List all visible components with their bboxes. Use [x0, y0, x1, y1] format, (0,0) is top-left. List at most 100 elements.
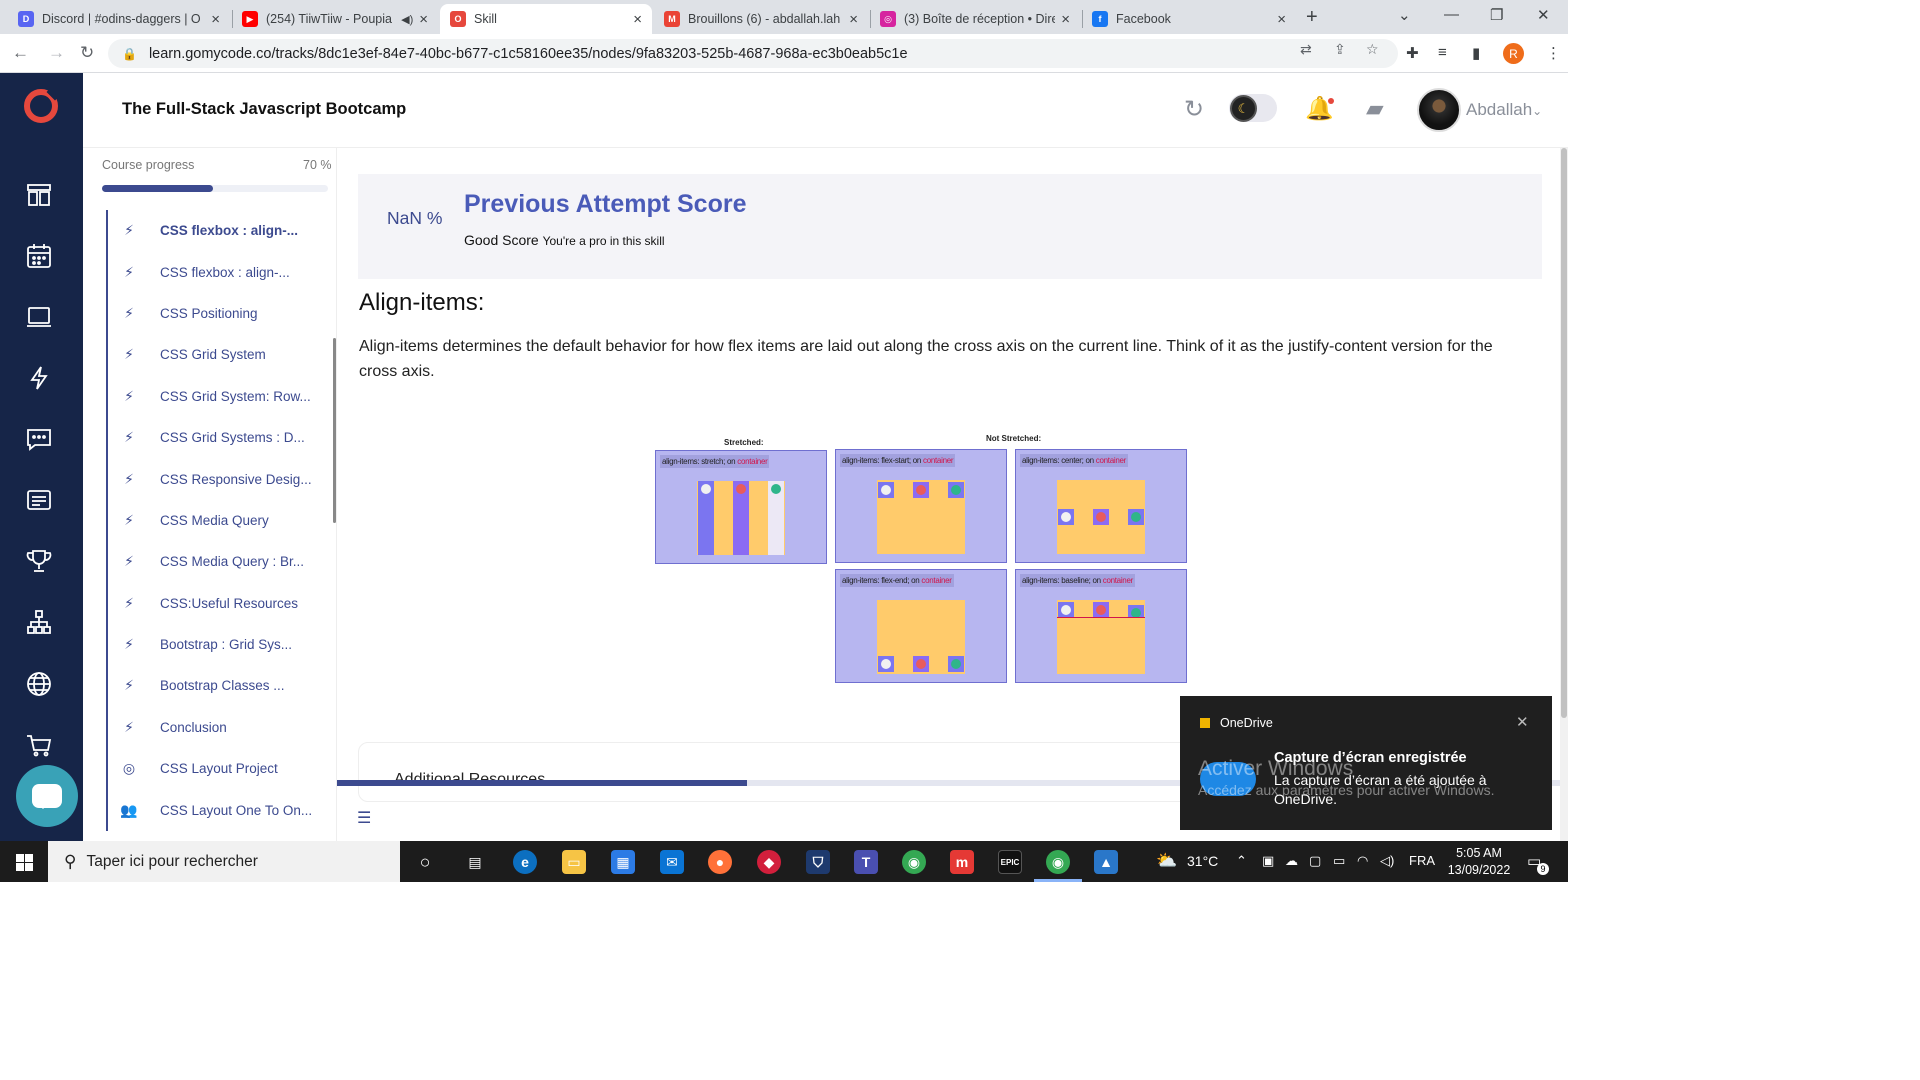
lock-icon[interactable]: 🔒	[122, 47, 137, 61]
sidebar-lesson-item[interactable]: ⚡ CSS Media Query	[108, 500, 326, 541]
bookmark-star-icon[interactable]: ☆	[1366, 41, 1379, 58]
tray-display-icon[interactable]: ▢	[1309, 853, 1321, 869]
firefox-icon[interactable]: ●	[708, 850, 732, 874]
back-icon[interactable]: ←	[12, 43, 29, 63]
photos-icon[interactable]: ▲	[1094, 850, 1118, 874]
translate-icon[interactable]: ⇄	[1300, 41, 1312, 58]
edge-icon[interactable]: e	[513, 850, 537, 874]
sidebar-lesson-item[interactable]: ⚡ CSS Grid Systems : D...	[108, 417, 326, 458]
windows-start-icon[interactable]	[16, 854, 33, 871]
browser-tab[interactable]: D Discord | #odins-daggers | O ×	[8, 4, 230, 34]
sidebar-lesson-item[interactable]: ⚡ CSS:Useful Resources	[108, 583, 326, 624]
tab-close-icon[interactable]: ×	[1061, 11, 1070, 28]
support-chat-button[interactable]	[16, 765, 78, 827]
browser-tab[interactable]: ▶ (254) TiiwTiiw - Poupia ◀) ×	[232, 4, 438, 34]
media-control-icon[interactable]: ≡	[1438, 44, 1447, 61]
sidebar-lesson-item[interactable]: ⚡ Bootstrap : Grid Sys...	[108, 624, 326, 665]
sidebar-lesson-item[interactable]: ⚡ CSS flexbox : align-...	[108, 210, 326, 251]
tab-close-icon[interactable]: ×	[1277, 11, 1286, 28]
calendar-icon[interactable]	[24, 241, 54, 271]
extensions-icon[interactable]: ✚	[1406, 44, 1419, 62]
close-window-icon[interactable]: ✕	[1537, 6, 1550, 24]
sidebar-lesson-item[interactable]: ⚡ CSS Grid System	[108, 334, 326, 375]
dashboard-icon[interactable]	[24, 180, 54, 210]
sidebar-lesson-item[interactable]: ⚡ CSS Grid System: Row...	[108, 376, 326, 417]
tray-device-icon[interactable]: ▣	[1262, 853, 1274, 869]
sidebar-lesson-item[interactable]: ◎ CSS Layout Project	[108, 748, 326, 789]
address-bar[interactable]: 🔒 learn.gomycode.co/tracks/8dc1e3ef-84e7…	[108, 39, 1398, 68]
refresh-icon[interactable]: ↻	[1184, 95, 1204, 124]
menu-kebab-icon[interactable]: ⋮	[1546, 44, 1561, 62]
username-dropdown[interactable]: Abdallah⌄	[1466, 100, 1542, 120]
task-view-icon[interactable]: ○	[413, 850, 437, 874]
profile-avatar[interactable]: R	[1503, 43, 1524, 64]
page-scrollbar[interactable]	[1560, 148, 1568, 841]
tab-close-icon[interactable]: ×	[633, 11, 642, 28]
new-tab-button[interactable]: +	[1306, 6, 1318, 29]
tab-close-icon[interactable]: ×	[211, 11, 220, 28]
chat-icon[interactable]: ▰	[1366, 95, 1384, 122]
sidebar-lesson-item[interactable]: ⚡ CSS Positioning	[108, 293, 326, 334]
teams-icon[interactable]: T	[854, 850, 878, 874]
cart-icon[interactable]	[24, 730, 54, 760]
wifi-icon[interactable]: ◠	[1357, 853, 1368, 869]
browser-tab[interactable]: ◎ (3) Boîte de réception • Dire ×	[870, 4, 1080, 34]
sidebar-lesson-item[interactable]: ⚡ CSS Media Query : Br...	[108, 541, 326, 582]
browser-tab[interactable]: M Brouillons (6) - abdallah.lah ×	[654, 4, 868, 34]
not-stretched-label: Not Stretched:	[986, 434, 1042, 443]
app-m-icon[interactable]: m	[950, 850, 974, 874]
sidebar-lesson-item[interactable]: ⚡ CSS Responsive Desig...	[108, 458, 326, 499]
sidebar-lesson-item[interactable]: ⚡ CSS flexbox : align-...	[108, 251, 326, 292]
onedrive-tray-icon[interactable]: ☁	[1285, 853, 1298, 869]
app-red-icon[interactable]: ◆	[757, 850, 781, 874]
sidebar-lesson-item[interactable]: ⚡ Conclusion	[108, 707, 326, 748]
weather-icon[interactable]: ⛅	[1156, 851, 1177, 871]
browser-tab[interactable]: O Skill ×	[440, 4, 652, 34]
lightning-icon[interactable]	[24, 363, 54, 393]
outline-list-icon[interactable]: ☰	[357, 808, 371, 828]
messages-icon[interactable]	[24, 424, 54, 454]
tab-close-icon[interactable]: ×	[419, 11, 428, 28]
chrome-icon[interactable]: ◉	[902, 850, 926, 874]
side-panel-icon[interactable]: ▮	[1472, 44, 1480, 62]
toast-close-icon[interactable]: ✕	[1516, 713, 1529, 731]
battery-icon[interactable]: ▭	[1333, 853, 1345, 869]
tray-chevron-icon[interactable]: ⌃	[1236, 853, 1247, 869]
taskbar-search[interactable]: ⚲ Taper ici pour rechercher	[48, 841, 400, 882]
trophy-icon[interactable]	[24, 546, 54, 576]
browser-tab[interactable]: f Facebook ×	[1082, 4, 1296, 34]
reload-icon[interactable]: ↻	[80, 43, 94, 63]
store-icon[interactable]: ▦	[611, 850, 635, 874]
gomycode-logo[interactable]	[24, 89, 58, 123]
temperature[interactable]: 31°C	[1187, 853, 1218, 869]
hierarchy-icon[interactable]	[24, 607, 54, 637]
tab-search-icon[interactable]: ⌄	[1398, 6, 1411, 24]
volume-icon[interactable]: ◁)	[1380, 853, 1394, 869]
additional-resources-card[interactable]: Additional Resources	[358, 742, 1198, 802]
minimize-icon[interactable]: —	[1444, 6, 1459, 23]
restore-icon[interactable]: ❐	[1490, 6, 1503, 24]
epic-games-icon[interactable]: EPIC	[998, 850, 1022, 874]
share-icon[interactable]: ⇪	[1334, 41, 1346, 58]
flex-item	[1128, 605, 1144, 618]
language-indicator[interactable]: FRA	[1409, 853, 1435, 868]
document-icon[interactable]	[24, 485, 54, 515]
file-explorer-icon[interactable]: ▭	[562, 850, 586, 874]
sidebar-lesson-item[interactable]: 👥 CSS Layout One To On...	[108, 789, 326, 830]
widgets-icon[interactable]: ▤	[463, 850, 487, 874]
mail-icon[interactable]: ✉	[660, 850, 684, 874]
chrome-profile-icon[interactable]: ◉	[1046, 850, 1070, 874]
lesson-label: CSS Media Query	[160, 512, 269, 528]
page-scrollbar-thumb[interactable]	[1561, 148, 1567, 718]
laptop-icon[interactable]	[24, 302, 54, 332]
sidebar-scrollbar[interactable]	[333, 338, 336, 523]
sidebar-lesson-item[interactable]: ⚡ Bootstrap Classes ...	[108, 665, 326, 706]
forward-icon[interactable]: →	[48, 43, 65, 63]
globe-icon[interactable]	[24, 669, 54, 699]
shield-app-icon[interactable]: ⛉	[806, 850, 830, 874]
tab-audio-icon[interactable]: ◀)	[401, 13, 413, 26]
tab-close-icon[interactable]: ×	[849, 11, 858, 28]
clock[interactable]: 5:05 AM 13/09/2022	[1442, 845, 1516, 879]
dark-mode-toggle[interactable]: ☾	[1229, 94, 1277, 122]
user-avatar[interactable]	[1417, 88, 1461, 132]
